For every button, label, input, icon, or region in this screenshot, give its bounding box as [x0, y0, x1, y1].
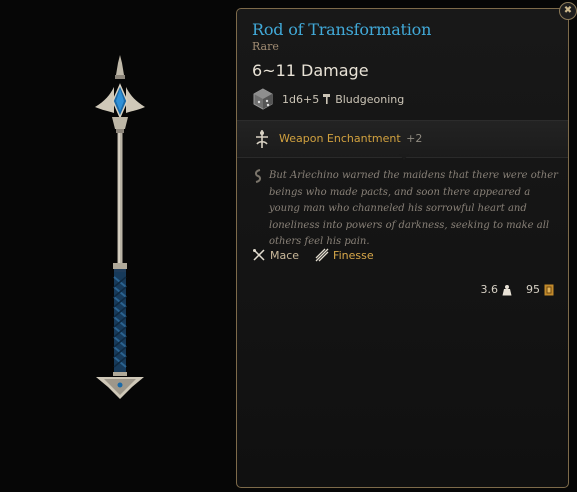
- proficiency-mace[interactable]: Mace: [270, 249, 299, 262]
- enchantment-value: +2: [406, 132, 423, 145]
- item-weight: 3.6: [480, 283, 499, 296]
- item-description: But Arlechino warned the maidens that th…: [269, 170, 558, 247]
- close-button[interactable]: ✖: [559, 2, 577, 20]
- item-rarity: Rare: [252, 40, 279, 53]
- scroll-icon: [254, 169, 262, 183]
- damage-dice-row: 1d6+5 Bludgeoning: [252, 86, 404, 112]
- item-value: 95: [526, 283, 540, 296]
- item-footer: 3.6 95: [481, 283, 555, 296]
- property-finesse[interactable]: Finesse: [333, 249, 374, 262]
- enchantment-row: Weapon Enchantment +2: [237, 120, 568, 158]
- enchantment-notch: [399, 154, 409, 160]
- damage-type: Bludgeoning: [335, 92, 405, 106]
- damage-range: 6~11 Damage: [252, 61, 369, 80]
- item-tooltip: Rod of Transformation Rare 6~11 Damage 1…: [236, 8, 569, 488]
- enchantment-name: Weapon Enchantment: [279, 132, 401, 145]
- crossed-weapons-icon: [253, 249, 265, 261]
- gold-icon: [544, 284, 554, 295]
- hammer-icon: [323, 94, 331, 104]
- d6-dice-icon: [253, 88, 273, 110]
- weapon-properties: Mace Finesse: [252, 247, 374, 263]
- weight-icon: [502, 284, 512, 295]
- damage-dice: 1d6+5: [282, 92, 320, 106]
- weapon-image: [95, 55, 145, 399]
- enchantment-icon: [256, 130, 268, 148]
- finesse-icon: [315, 248, 329, 262]
- item-title: Rod of Transformation: [252, 20, 432, 39]
- enchantment-label: Weapon Enchantment +2: [279, 132, 422, 145]
